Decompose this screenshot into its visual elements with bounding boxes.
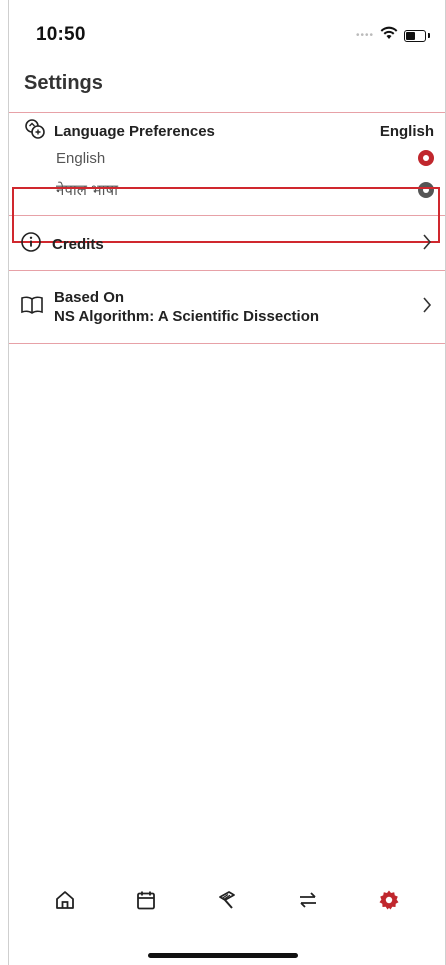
chevron-right-icon: [422, 296, 432, 318]
language-icon: [24, 118, 46, 145]
tool-icon: [216, 889, 238, 916]
tab-home[interactable]: [45, 882, 85, 922]
gear-icon: [378, 889, 400, 916]
info-icon: [20, 231, 42, 258]
status-time: 10:50: [36, 24, 86, 45]
swap-arrows-icon: [297, 889, 319, 916]
language-option-english[interactable]: English: [56, 146, 434, 170]
tab-convert[interactable]: [288, 882, 328, 922]
chevron-right-icon: [422, 233, 432, 255]
based-on-label: Based On: [54, 289, 125, 306]
tab-calendar[interactable]: [126, 882, 166, 922]
book-icon: [20, 295, 44, 320]
tab-settings[interactable]: [369, 882, 409, 922]
language-preferences-label: Language Preferences: [54, 122, 215, 140]
radio-selected-icon[interactable]: [418, 150, 434, 166]
based-on-text: Based On NS Algorithm: A Scientific Diss…: [54, 288, 319, 326]
language-preferences-header: Language Preferences English: [24, 118, 434, 145]
based-on-row[interactable]: Based On NS Algorithm: A Scientific Diss…: [20, 286, 432, 328]
page-title: Settings: [24, 72, 103, 94]
based-on-subtitle: NS Algorithm: A Scientific Dissection: [54, 308, 320, 325]
battery-icon: [404, 29, 426, 42]
credits-divider: [9, 270, 445, 271]
language-option-label: English: [56, 149, 106, 167]
language-selected-value: English: [379, 122, 434, 140]
home-indicator[interactable]: [148, 953, 298, 958]
based-on-divider: [9, 343, 445, 344]
tab-tools[interactable]: [207, 882, 247, 922]
signal-dots-icon: ••••: [355, 30, 374, 41]
credits-label: Credits: [52, 235, 104, 253]
battery-cap: [428, 33, 430, 38]
status-icons: ••••: [356, 26, 430, 45]
status-bar: 10:50 ••••: [8, 0, 446, 70]
device-frame: [8, 0, 446, 965]
tab-bar: [8, 878, 446, 926]
wifi-icon: [380, 26, 398, 45]
title-divider: [9, 112, 445, 113]
home-icon: [54, 889, 76, 916]
credits-row[interactable]: Credits: [20, 230, 432, 258]
calendar-icon: [135, 889, 157, 916]
